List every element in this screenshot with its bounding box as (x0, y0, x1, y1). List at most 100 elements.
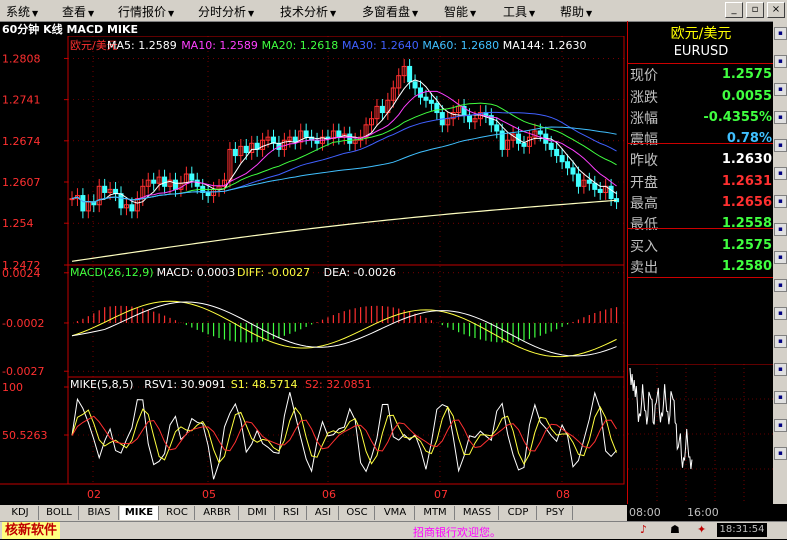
tab-asi[interactable]: ASI (308, 506, 339, 520)
menu-label: 工具 (503, 5, 528, 19)
candle (298, 123, 304, 150)
dropdown-arrow-icon: ▼ (330, 9, 337, 18)
menu-item-2[interactable]: 行情报价 ▼ (118, 3, 174, 20)
candle-body (151, 179, 157, 184)
tab-cdp[interactable]: CDP (500, 506, 537, 520)
menu-item-4[interactable]: 技术分析 ▼ (280, 3, 336, 20)
bar-icon[interactable]: ▪ (774, 251, 787, 264)
menu-item-8[interactable]: 帮助 ▼ (560, 3, 592, 20)
menu-label: 技术分析 (280, 5, 329, 19)
menu-item-0[interactable]: 系统 ▼ (6, 3, 38, 20)
candle (483, 105, 489, 123)
tab-osc[interactable]: OSC (340, 506, 375, 520)
doc-icon[interactable]: ▪ (774, 335, 787, 348)
candle-body (189, 173, 195, 181)
candle (309, 129, 315, 148)
mini-time-start: 08:00 (629, 506, 661, 519)
list-icon[interactable]: ▪ (774, 307, 787, 320)
candle-body (205, 191, 211, 197)
table-icon[interactable]: ▪ (774, 279, 787, 292)
menu-item-5[interactable]: 多窗看盘 ▼ (362, 3, 418, 20)
dropdown-arrow-icon: ▼ (88, 9, 95, 18)
candle (123, 197, 129, 216)
tab-rsi[interactable]: RSI (276, 506, 307, 520)
candle (254, 135, 260, 157)
quote-label: 涨跌 (630, 90, 658, 106)
candle (369, 111, 375, 133)
clock: 18:31:54 (717, 523, 767, 537)
arrow-up-icon[interactable]: ▪ (774, 27, 787, 40)
zoom-in-icon[interactable]: ▪ (774, 139, 787, 152)
network-icon[interactable]: ☗ (670, 523, 680, 536)
quote-row: 最低 1.2558 (628, 213, 774, 234)
k-icon[interactable]: ▪ (774, 195, 787, 208)
quote-label: 开盘 (630, 175, 658, 191)
tab-mike[interactable]: MIKE (120, 506, 159, 520)
dropdown-arrow-icon: ▼ (529, 9, 536, 18)
tab-boll[interactable]: BOLL (40, 506, 79, 520)
candle-body (537, 130, 543, 135)
dropdown-arrow-icon: ▼ (168, 9, 175, 18)
chart-icon[interactable]: ▪ (774, 83, 787, 96)
zoom-out-icon[interactable]: ▪ (774, 167, 787, 180)
intraday-mini-chart[interactable] (628, 364, 774, 504)
close-button[interactable]: × (767, 2, 785, 18)
candle (347, 126, 353, 151)
dropdown-arrow-icon: ▼ (248, 9, 255, 18)
candle-body (565, 161, 571, 169)
grid-icon[interactable]: ▪ (774, 111, 787, 124)
speaker-icon[interactable]: ♪ (640, 523, 647, 536)
quote-row: 开盘 1.2631 (628, 171, 774, 192)
y-tick-label: 1.2808 (2, 52, 41, 65)
menu-item-7[interactable]: 工具 ▼ (503, 3, 535, 20)
candle-body (347, 133, 353, 144)
tab-mass[interactable]: MASS (456, 506, 499, 520)
quote-row: 现价 1.2575 (628, 64, 774, 85)
candle (314, 132, 320, 151)
candle-body (118, 193, 124, 209)
candle (183, 166, 189, 191)
arrow-icon[interactable]: ▪ (774, 419, 787, 432)
tab-bias[interactable]: BIAS (80, 506, 119, 520)
menu-item-6[interactable]: 智能 ▼ (444, 3, 476, 20)
candle (597, 182, 603, 200)
tab-kdj[interactable]: KDJ (2, 506, 39, 520)
candle (270, 129, 276, 151)
menu-bar: 系统 ▼ 查看 ▼ 行情报价 ▼ 分时分析 ▼ 技术分析 ▼ 多窗看盘 ▼ 智能 ▼ 工具 ▼ 帮助 ▼ _ ▫ … (0, 0, 787, 22)
tab-mtm[interactable]: MTM (416, 506, 455, 520)
candle-body (172, 179, 178, 190)
tab-arbr[interactable]: ARBR (196, 506, 239, 520)
tab-vma[interactable]: VMA (376, 506, 415, 520)
y-tick-label: 1.2674 (2, 135, 41, 148)
quote-value: -0.4355% (703, 110, 772, 125)
minimize-button[interactable]: _ (725, 2, 743, 18)
quote-value: 1.2575 (721, 238, 772, 253)
tab-psy[interactable]: PSY (538, 506, 573, 520)
candle (363, 117, 369, 145)
candle (205, 185, 211, 203)
legend-item: RSV1: 30.9091 (144, 378, 226, 391)
pen-icon[interactable]: ▪ (774, 391, 787, 404)
f-icon[interactable]: ▪ (774, 363, 787, 376)
menu-item-1[interactable]: 查看 ▼ (62, 3, 94, 20)
menu-item-3[interactable]: 分时分析 ▼ (198, 3, 254, 20)
candle-body (69, 198, 75, 201)
candle-body (467, 115, 473, 123)
kline-chart[interactable]: 1.28081.27411.26741.26071.2541.247202 05 0… (0, 35, 627, 504)
chart-area[interactable]: 1.2808 1.2741 1.2674 1.2607 1.254 1.2472 02 05 0… (0, 35, 627, 504)
tab-dmi[interactable]: DMI (240, 506, 275, 520)
tab-roc[interactable]: ROC (160, 506, 195, 520)
menu-label: 分时分析 (198, 5, 247, 19)
arrow-down-icon[interactable]: ▪ (774, 55, 787, 68)
menu-label: 行情报价 (118, 5, 167, 19)
tool-icon[interactable]: ▪ (774, 447, 787, 460)
alert-icon[interactable]: ✦ (697, 523, 706, 536)
quote-row: 最高 1.2656 (628, 192, 774, 213)
line-icon[interactable]: ▪ (774, 223, 787, 236)
status-bar: 核新软件 招商银行欢迎您。 ♪ ☗ ✦ 18:31:54 (0, 521, 787, 539)
candle-body (423, 96, 429, 101)
candle (260, 132, 266, 157)
candle (151, 172, 157, 191)
candle-body (102, 185, 108, 193)
restore-button[interactable]: ▫ (746, 2, 764, 18)
